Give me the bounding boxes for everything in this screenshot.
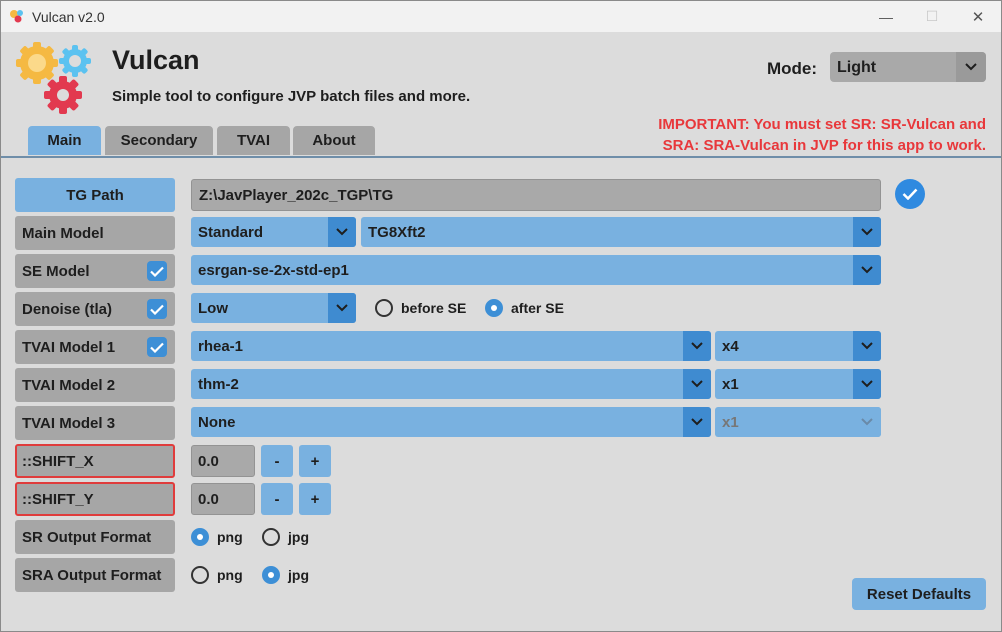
se-model-select[interactable]: esrgan-se-2x-std-ep1 xyxy=(191,255,881,285)
tvai-model-1-select[interactable]: rhea-1 xyxy=(191,331,711,361)
se-model-label-text: SE Model xyxy=(22,262,90,280)
tvai-model-1-value: rhea-1 xyxy=(198,338,244,355)
main-model-type-value: Standard xyxy=(198,224,264,241)
app-name: Vulcan xyxy=(112,45,200,75)
main-model-value: TG8Xft2 xyxy=(368,224,426,241)
minimize-button[interactable]: — xyxy=(863,1,909,32)
shift-x-label: ::SHIFT_X xyxy=(15,444,175,478)
tab-tvai[interactable]: TVAI xyxy=(217,126,290,155)
chevron-down-icon xyxy=(853,255,881,285)
radio-off-icon xyxy=(191,566,209,584)
shift-y-input[interactable]: 0.0 xyxy=(191,483,255,515)
shift-x-minus-button[interactable]: - xyxy=(261,445,293,477)
after-se-label: after SE xyxy=(511,300,564,316)
se-model-label: SE Model xyxy=(15,254,175,288)
app-subtitle: Simple tool to configure JVP batch files… xyxy=(112,88,471,105)
shift-y-plus-button[interactable]: + xyxy=(299,483,331,515)
shift-x-plus-button[interactable]: + xyxy=(299,445,331,477)
important-notice: IMPORTANT: You must set SR: SR-Vulcan an… xyxy=(658,114,986,156)
sr-format-jpg-radio[interactable]: jpg xyxy=(262,528,309,546)
chevron-down-icon xyxy=(683,369,711,399)
shift-y-minus-button[interactable]: - xyxy=(261,483,293,515)
window-title: Vulcan v2.0 xyxy=(32,9,105,25)
gears-logo-icon xyxy=(16,42,91,114)
denoise-label: Denoise (tla) xyxy=(15,292,175,326)
tvai-model-3-value: None xyxy=(198,414,236,431)
radio-off-icon xyxy=(262,528,280,546)
sra-format-jpg-radio[interactable]: jpg xyxy=(262,566,309,584)
denoise-after-se-radio[interactable]: after SE xyxy=(485,299,564,317)
chevron-down-icon xyxy=(328,217,356,247)
tvai-model-2-label: TVAI Model 2 xyxy=(15,368,175,402)
maximize-button[interactable]: ☐ xyxy=(909,1,955,32)
check-circle-icon xyxy=(895,179,925,209)
main-model-type-select[interactable]: Standard xyxy=(191,217,356,247)
tvai-model-3-scale-value: x1 xyxy=(722,414,739,431)
tvai-model-1-scale-value: x4 xyxy=(722,338,739,355)
se-model-value: esrgan-se-2x-std-ep1 xyxy=(198,262,349,279)
sr-png-label: png xyxy=(217,529,243,545)
mode-value: Light xyxy=(837,59,877,76)
tvai-model-2-select[interactable]: thm-2 xyxy=(191,369,711,399)
radio-off-icon xyxy=(375,299,393,317)
mode-label: Mode: xyxy=(767,59,818,78)
tab-divider xyxy=(1,156,1001,158)
important-line-2: SRA: SRA-Vulcan in JVP for this app to w… xyxy=(662,137,986,154)
denoise-select[interactable]: Low xyxy=(191,293,356,323)
sra-output-format-label: SRA Output Format xyxy=(15,558,175,592)
chevron-down-icon xyxy=(683,331,711,361)
tg-path-button[interactable]: TG Path xyxy=(15,178,175,212)
chevron-down-icon xyxy=(956,52,986,82)
chevron-down-icon xyxy=(853,331,881,361)
tvai-model-1-label: TVAI Model 1 xyxy=(15,330,175,364)
tvai-model-1-scale-select[interactable]: x4 xyxy=(715,331,881,361)
tvai-model-2-value: thm-2 xyxy=(198,376,239,393)
tvai-model-3-select[interactable]: None xyxy=(191,407,711,437)
radio-on-icon xyxy=(485,299,503,317)
tvai-model-3-label: TVAI Model 3 xyxy=(15,406,175,440)
denoise-checkbox[interactable] xyxy=(147,299,167,319)
sra-jpg-label: jpg xyxy=(288,567,309,583)
chevron-down-icon xyxy=(853,217,881,247)
app-window: Vulcan v2.0 — ☐ ✕ Vulcan Simple tool to … xyxy=(0,0,1002,632)
tvai-model-1-checkbox[interactable] xyxy=(147,337,167,357)
shift-y-label: ::SHIFT_Y xyxy=(15,482,175,516)
reset-defaults-button[interactable]: Reset Defaults xyxy=(852,578,986,610)
tg-path-input[interactable]: Z:\JavPlayer_202c_TGP\TG xyxy=(191,179,881,211)
tab-about[interactable]: About xyxy=(293,126,375,155)
sr-jpg-label: jpg xyxy=(288,529,309,545)
tab-main[interactable]: Main xyxy=(28,126,101,155)
radio-on-icon xyxy=(262,566,280,584)
app-gear-icon xyxy=(10,10,23,23)
tvai-model-1-label-text: TVAI Model 1 xyxy=(22,338,116,356)
sr-format-png-radio[interactable]: png xyxy=(191,528,243,546)
main-model-label: Main Model xyxy=(15,216,175,250)
denoise-before-se-radio[interactable]: before SE xyxy=(375,299,466,317)
shift-x-input[interactable]: 0.0 xyxy=(191,445,255,477)
before-se-label: before SE xyxy=(401,300,467,316)
important-line-1: IMPORTANT: You must set SR: SR-Vulcan an… xyxy=(658,116,986,133)
denoise-value: Low xyxy=(198,300,228,317)
tvai-model-2-scale-select[interactable]: x1 xyxy=(715,369,881,399)
title-bar: Vulcan v2.0 — ☐ ✕ xyxy=(1,1,1001,32)
se-model-checkbox[interactable] xyxy=(147,261,167,281)
sra-format-png-radio[interactable]: png xyxy=(191,566,243,584)
chevron-down-icon xyxy=(328,293,356,323)
mode-select[interactable]: Light xyxy=(830,52,986,82)
tab-secondary[interactable]: Secondary xyxy=(105,126,213,155)
tvai-model-2-scale-value: x1 xyxy=(722,376,739,393)
chevron-down-icon xyxy=(853,369,881,399)
close-button[interactable]: ✕ xyxy=(955,1,1001,32)
radio-on-icon xyxy=(191,528,209,546)
sra-png-label: png xyxy=(217,567,243,583)
chevron-down-icon xyxy=(683,407,711,437)
main-model-select[interactable]: TG8Xft2 xyxy=(361,217,881,247)
sr-output-format-label: SR Output Format xyxy=(15,520,175,554)
chevron-down-icon xyxy=(853,407,881,437)
denoise-label-text: Denoise (tla) xyxy=(22,300,113,318)
tvai-model-3-scale-select: x1 xyxy=(715,407,881,437)
